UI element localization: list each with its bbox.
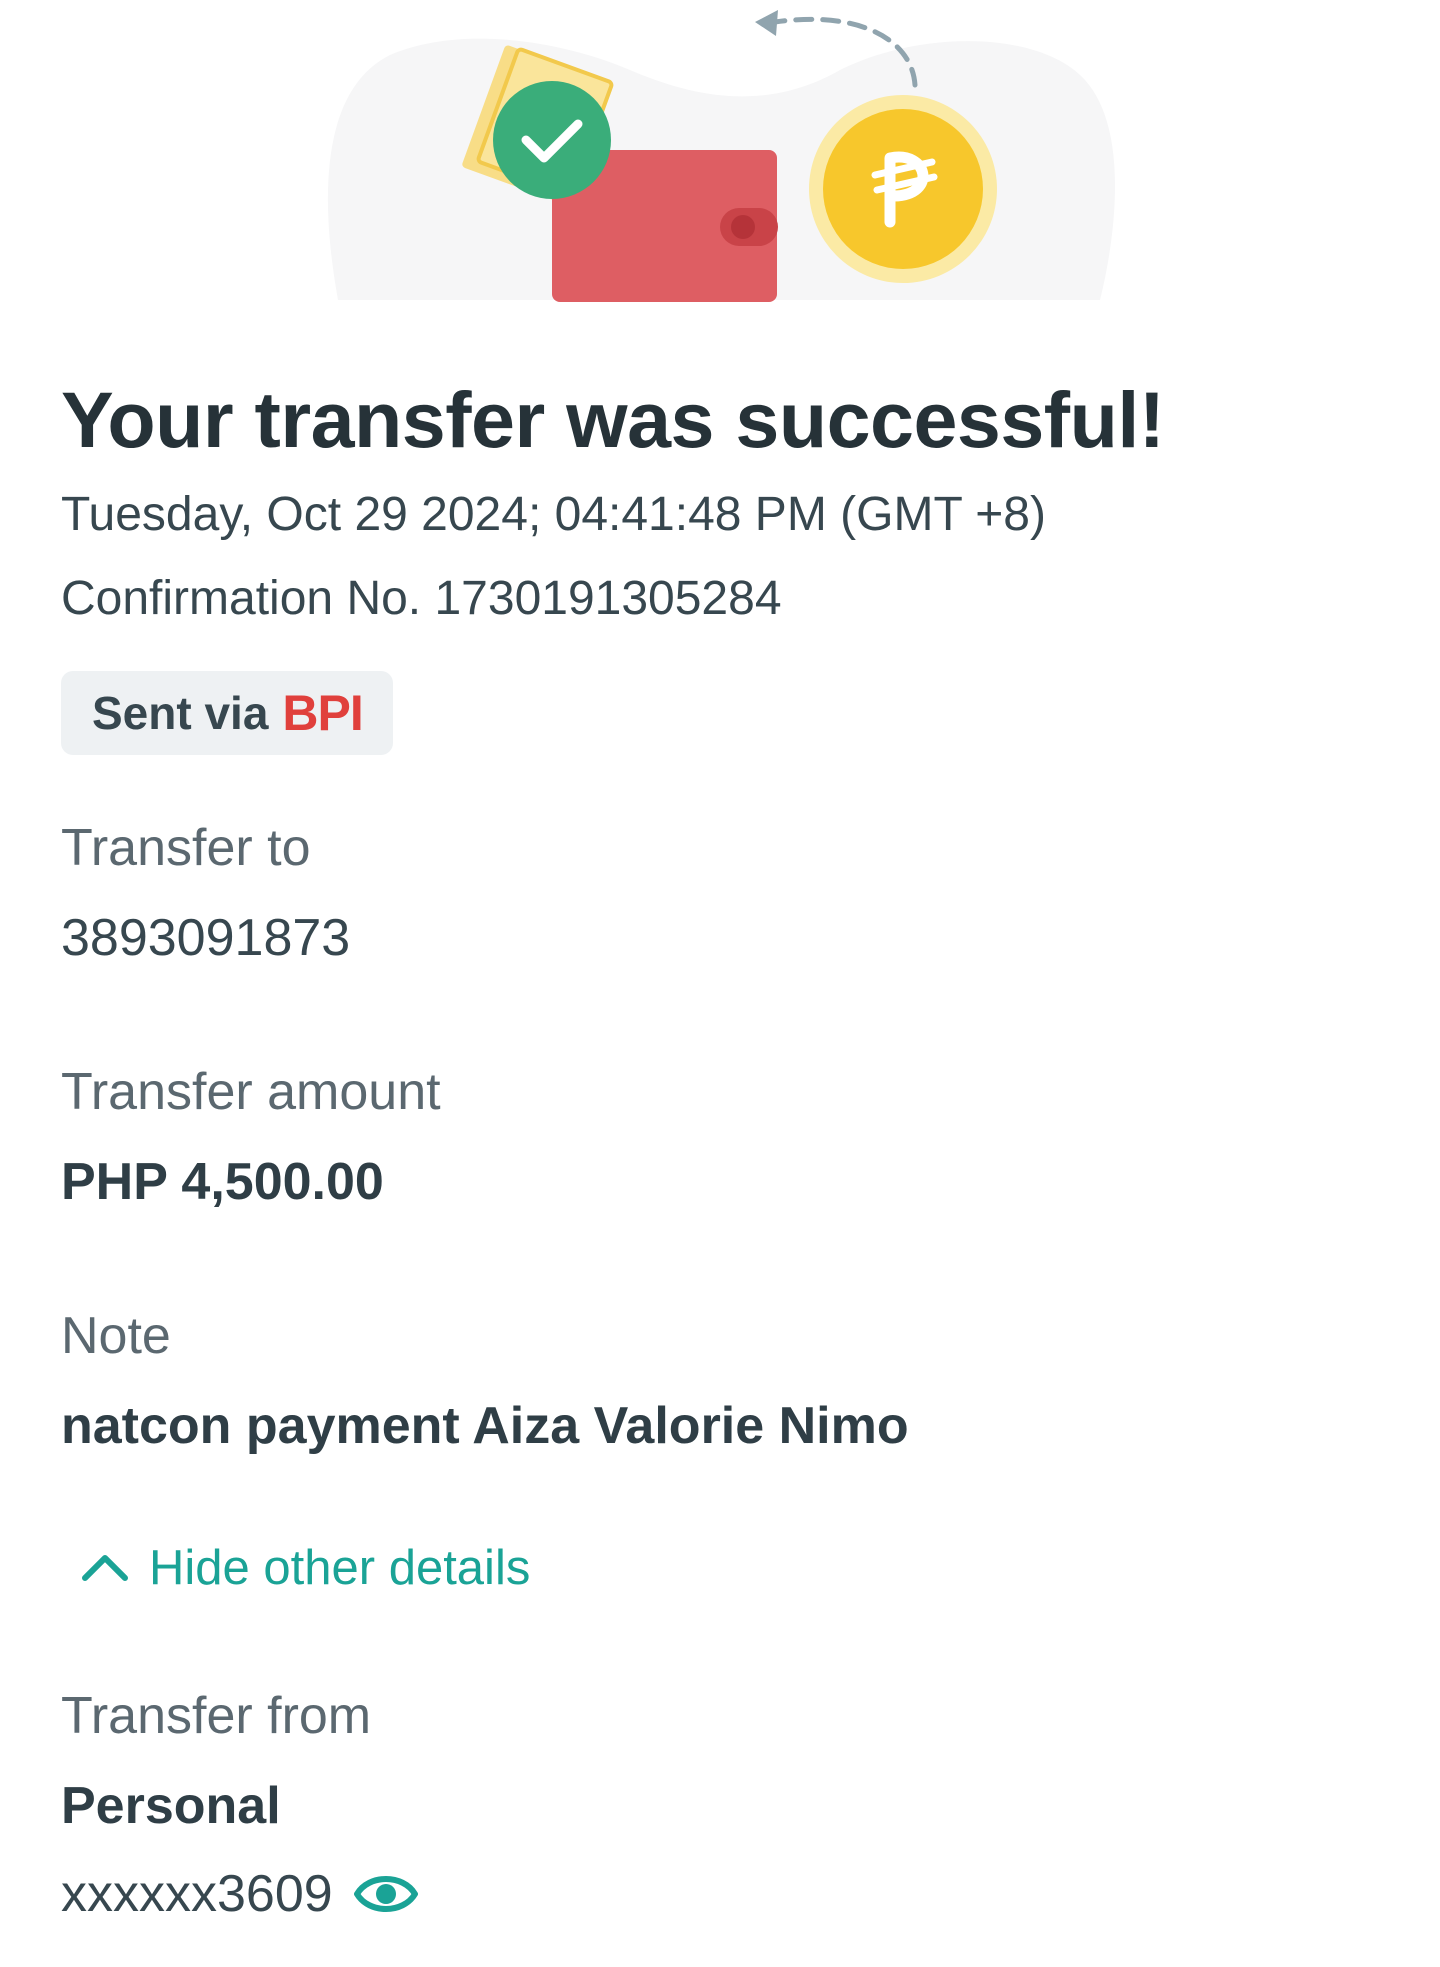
transfer-from-label: Transfer from [61, 1687, 372, 1745]
transfer-to-value: 3893091873 [61, 909, 351, 967]
account-type: Personal [61, 1777, 281, 1835]
page-title: Your transfer was successful! [61, 375, 1165, 464]
note-value: natcon payment Aiza Valorie Nimo [61, 1397, 909, 1455]
account-number: xxxxxx3609 [61, 1865, 333, 1923]
eye-icon[interactable] [353, 1868, 419, 1920]
bank-logo: BPI [282, 685, 363, 741]
hide-details-toggle[interactable]: Hide other details [79, 1535, 1381, 1601]
note-label: Note [61, 1307, 171, 1365]
account-number-row: xxxxxx3609 [61, 1861, 1381, 1927]
transfer-receipt: Your transfer was successful! Tuesday, O… [61, 365, 1381, 1927]
confirmation-number: Confirmation No. 1730191305284 [61, 572, 782, 625]
chevron-up-icon [82, 1555, 128, 1581]
transfer-to-label: Transfer to [61, 819, 311, 877]
sent-via-label: Sent via [92, 687, 269, 739]
check-icon [493, 81, 611, 199]
transfer-to-section: Transfer to 3893091873 [61, 815, 1381, 971]
peso-coin-icon [809, 95, 997, 283]
transfer-from-section: Transfer from Personal xxxxxx3609 [61, 1683, 1381, 1927]
hide-details-label: Hide other details [149, 1541, 531, 1595]
success-illustration [300, 0, 1140, 310]
sent-via-badge: Sent via BPI [61, 671, 393, 755]
transaction-datetime: Tuesday, Oct 29 2024; 04:41:48 PM (GMT +… [61, 488, 1046, 541]
note-section: Note natcon payment Aiza Valorie Nimo [61, 1303, 1381, 1459]
transfer-amount-label: Transfer amount [61, 1063, 441, 1121]
transfer-amount-section: Transfer amount PHP 4,500.00 [61, 1059, 1381, 1215]
transfer-amount-value: PHP 4,500.00 [61, 1153, 384, 1211]
